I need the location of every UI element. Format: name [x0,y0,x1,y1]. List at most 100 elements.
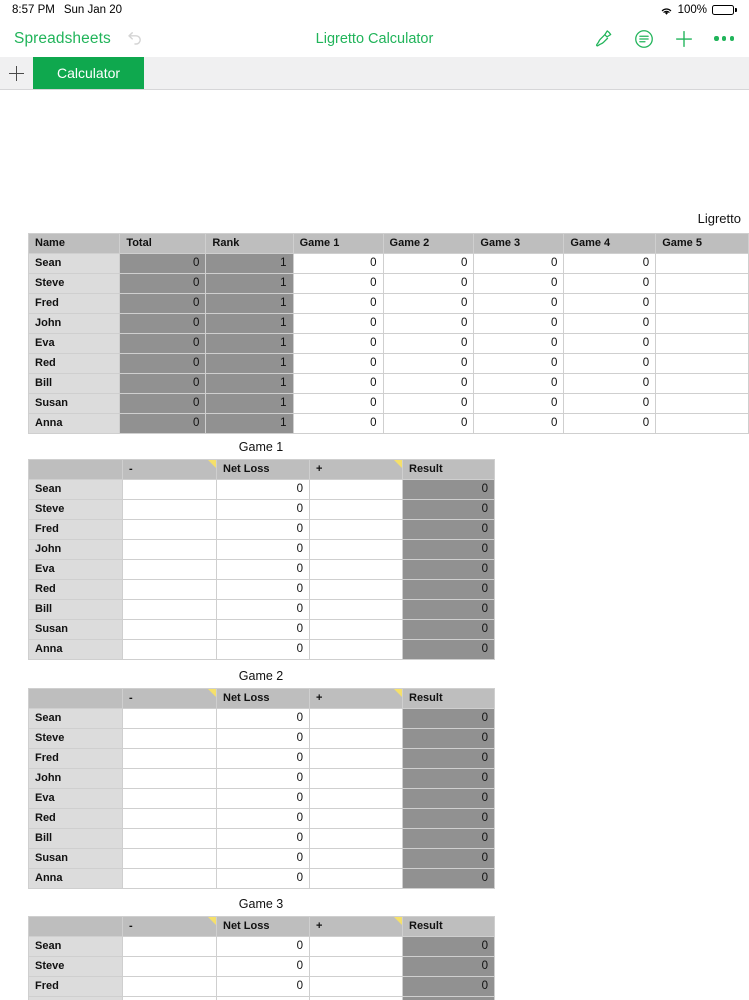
cell-plus[interactable] [309,936,403,957]
cell-net-loss[interactable]: 0 [216,956,310,977]
table-row[interactable]: Sean 0 0 [28,479,495,500]
plus-icon[interactable] [673,28,695,50]
column-header-blank[interactable] [28,688,123,709]
cell-net-loss[interactable]: 0 [216,599,310,620]
table-row[interactable]: Fred 0 0 [28,519,495,540]
cell-rank[interactable]: 1 [205,313,294,334]
cell-game-5[interactable] [655,293,749,314]
table-row[interactable]: Anna 0 0 [28,639,495,660]
cell-net-loss[interactable]: 0 [216,788,310,809]
cell-result[interactable]: 0 [402,499,495,520]
cell-player-name[interactable]: Red [28,579,123,600]
cell-player-name[interactable]: Susan [28,848,123,869]
cell-result[interactable]: 0 [402,639,495,660]
column-header-game-1[interactable]: Game 1 [292,233,384,254]
column-header-plus[interactable]: + [309,688,403,709]
cell-plus[interactable] [309,868,403,889]
cell-net-loss[interactable]: 0 [216,936,310,957]
cell-game-5[interactable] [655,413,749,434]
table-row[interactable]: Bill 0 0 [28,599,495,620]
table-row[interactable]: Eva 0 1 0 0 0 0 [27,333,749,354]
cell-minus[interactable] [122,868,217,889]
cell-player-name[interactable]: Anna [27,413,121,434]
cell-player-name[interactable]: Eva [28,788,123,809]
cell-player-name[interactable]: Bill [27,373,121,394]
cell-net-loss[interactable]: 0 [216,808,310,829]
column-header-plus[interactable]: + [309,916,403,937]
table-row[interactable]: Susan 0 0 [28,619,495,640]
cell-result[interactable]: 0 [402,768,495,789]
cell-plus[interactable] [309,848,403,869]
cell-result[interactable]: 0 [402,579,495,600]
cell-result[interactable]: 0 [402,788,495,809]
cell-game-5[interactable] [655,253,749,274]
cell-game-1[interactable]: 0 [292,293,384,314]
table-row[interactable]: Steve 0 0 [28,499,495,520]
cell-result[interactable]: 0 [402,868,495,889]
column-header-minus[interactable]: - [122,459,217,480]
cell-net-loss[interactable]: 0 [216,868,310,889]
table-row[interactable]: Steve 0 1 0 0 0 0 [27,273,749,294]
cell-net-loss[interactable]: 0 [216,748,310,769]
cell-result[interactable]: 0 [402,599,495,620]
cell-rank[interactable]: 1 [205,333,294,354]
column-header-result[interactable]: Result [402,916,495,937]
cell-game-2[interactable]: 0 [382,393,475,414]
cell-player-name[interactable]: Fred [28,748,123,769]
cell-game-1[interactable]: 0 [292,413,384,434]
cell-plus[interactable] [309,708,403,729]
cell-rank[interactable]: 1 [205,253,294,274]
cell-game-4[interactable]: 0 [563,293,657,314]
cell-net-loss[interactable]: 0 [216,976,310,997]
cell-game-4[interactable]: 0 [563,393,657,414]
cell-total[interactable]: 0 [119,273,207,294]
cell-minus[interactable] [122,639,217,660]
cell-game-1[interactable]: 0 [292,353,384,374]
cell-minus[interactable] [122,708,217,729]
cell-player-name[interactable]: Fred [28,976,123,997]
cell-game-2[interactable]: 0 [382,413,475,434]
cell-net-loss[interactable]: 0 [216,539,310,560]
column-header-result[interactable]: Result [402,459,495,480]
cell-minus[interactable] [122,599,217,620]
cell-net-loss[interactable]: 0 [216,708,310,729]
cell-game-1[interactable]: 0 [292,313,384,334]
cell-player-name[interactable]: John [28,996,123,1000]
cell-game-4[interactable]: 0 [563,253,657,274]
cell-game-4[interactable]: 0 [563,373,657,394]
cell-minus[interactable] [122,539,217,560]
cell-player-name[interactable]: Eva [27,333,121,354]
cell-player-name[interactable]: Bill [28,599,123,620]
cell-minus[interactable] [122,728,217,749]
cell-game-1[interactable]: 0 [292,393,384,414]
game-score-table[interactable]: -Net Loss+ResultSean00Steve00Fred00John0… [28,688,495,889]
cell-rank[interactable]: 1 [205,393,294,414]
cell-rank[interactable]: 1 [205,293,294,314]
column-header-minus[interactable]: - [122,916,217,937]
cell-result[interactable]: 0 [402,619,495,640]
cell-result[interactable]: 0 [402,539,495,560]
cell-result[interactable]: 0 [402,559,495,580]
undo-icon[interactable] [125,29,144,48]
cell-result[interactable]: 0 [402,956,495,977]
column-header-blank[interactable] [28,916,123,937]
table-row[interactable]: Fred 0 1 0 0 0 0 [27,293,749,314]
cell-player-name[interactable]: Anna [28,868,123,889]
cell-player-name[interactable]: John [28,768,123,789]
table-row[interactable]: Steve 0 0 [28,728,495,749]
cell-plus[interactable] [309,728,403,749]
cell-game-3[interactable]: 0 [473,253,565,274]
cell-net-loss[interactable]: 0 [216,559,310,580]
cell-minus[interactable] [122,519,217,540]
cell-player-name[interactable]: Sean [28,936,123,957]
cell-player-name[interactable]: Steve [27,273,121,294]
cell-game-2[interactable]: 0 [382,253,475,274]
cell-player-name[interactable]: Bill [28,828,123,849]
table-row[interactable]: Sean 0 0 [28,936,495,957]
cell-player-name[interactable]: Steve [28,728,123,749]
cell-net-loss[interactable]: 0 [216,728,310,749]
cell-minus[interactable] [122,479,217,500]
cell-player-name[interactable]: Anna [28,639,123,660]
cell-player-name[interactable]: Red [28,808,123,829]
cell-minus[interactable] [122,788,217,809]
